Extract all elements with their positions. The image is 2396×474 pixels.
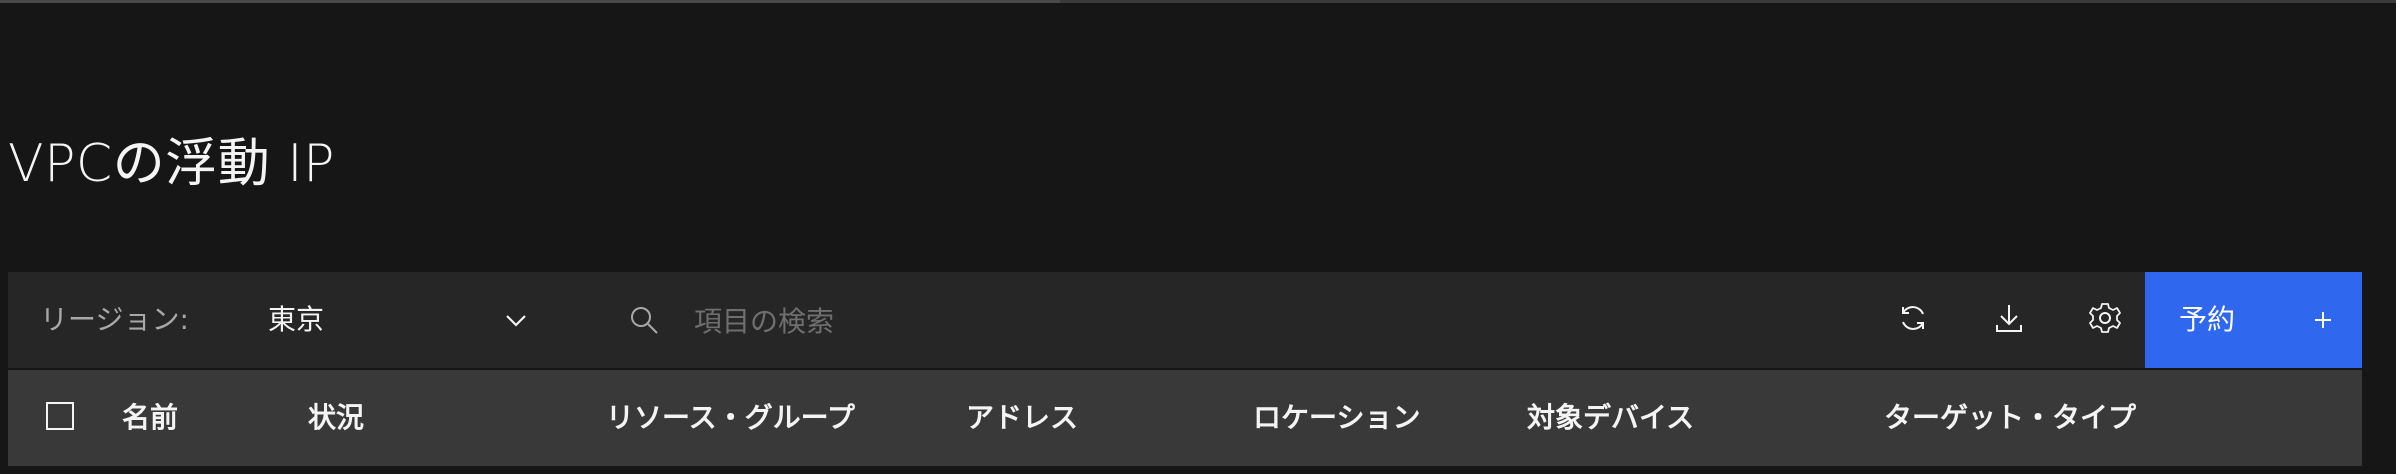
search-icon: [628, 304, 660, 336]
select-all-checkbox[interactable]: [46, 402, 74, 430]
search-box[interactable]: [608, 272, 1808, 368]
search-input[interactable]: [692, 290, 1776, 352]
chevron-down-icon: [502, 306, 530, 334]
column-header-target-type[interactable]: ターゲット・タイプ: [1884, 370, 2136, 466]
column-header-target-device[interactable]: 対象デバイス: [1527, 370, 1694, 466]
download-button[interactable]: [1961, 272, 2057, 368]
column-header-address[interactable]: アドレス: [966, 370, 1078, 466]
column-header-resource-group[interactable]: リソース・グループ: [606, 370, 855, 466]
region-label: リージョン:: [40, 303, 189, 336]
settings-icon: [2088, 301, 2122, 339]
page-title: VPCの浮動 IP: [8, 134, 335, 194]
region-value: 東京: [268, 303, 325, 336]
region-dropdown[interactable]: 東京: [230, 272, 550, 368]
table-header: 名前 状況 リソース・グループ アドレス ロケーション 対象デバイス ターゲット…: [8, 370, 2362, 466]
refresh-button[interactable]: [1865, 272, 1961, 368]
column-header-location[interactable]: ロケーション: [1253, 370, 1420, 466]
top-border-segment: [0, 0, 1060, 3]
column-header-name[interactable]: 名前: [122, 370, 178, 466]
plus-icon: [2311, 308, 2335, 332]
table-toolbar: リージョン: 東京 予約: [8, 272, 2362, 368]
refresh-icon: [1896, 301, 1930, 339]
settings-button[interactable]: [2057, 272, 2153, 368]
reserve-label: 予約: [2179, 303, 2236, 336]
column-header-status[interactable]: 状況: [308, 370, 364, 466]
download-icon: [1992, 301, 2026, 339]
top-border: [0, 0, 2396, 3]
reserve-button[interactable]: 予約: [2145, 272, 2362, 368]
